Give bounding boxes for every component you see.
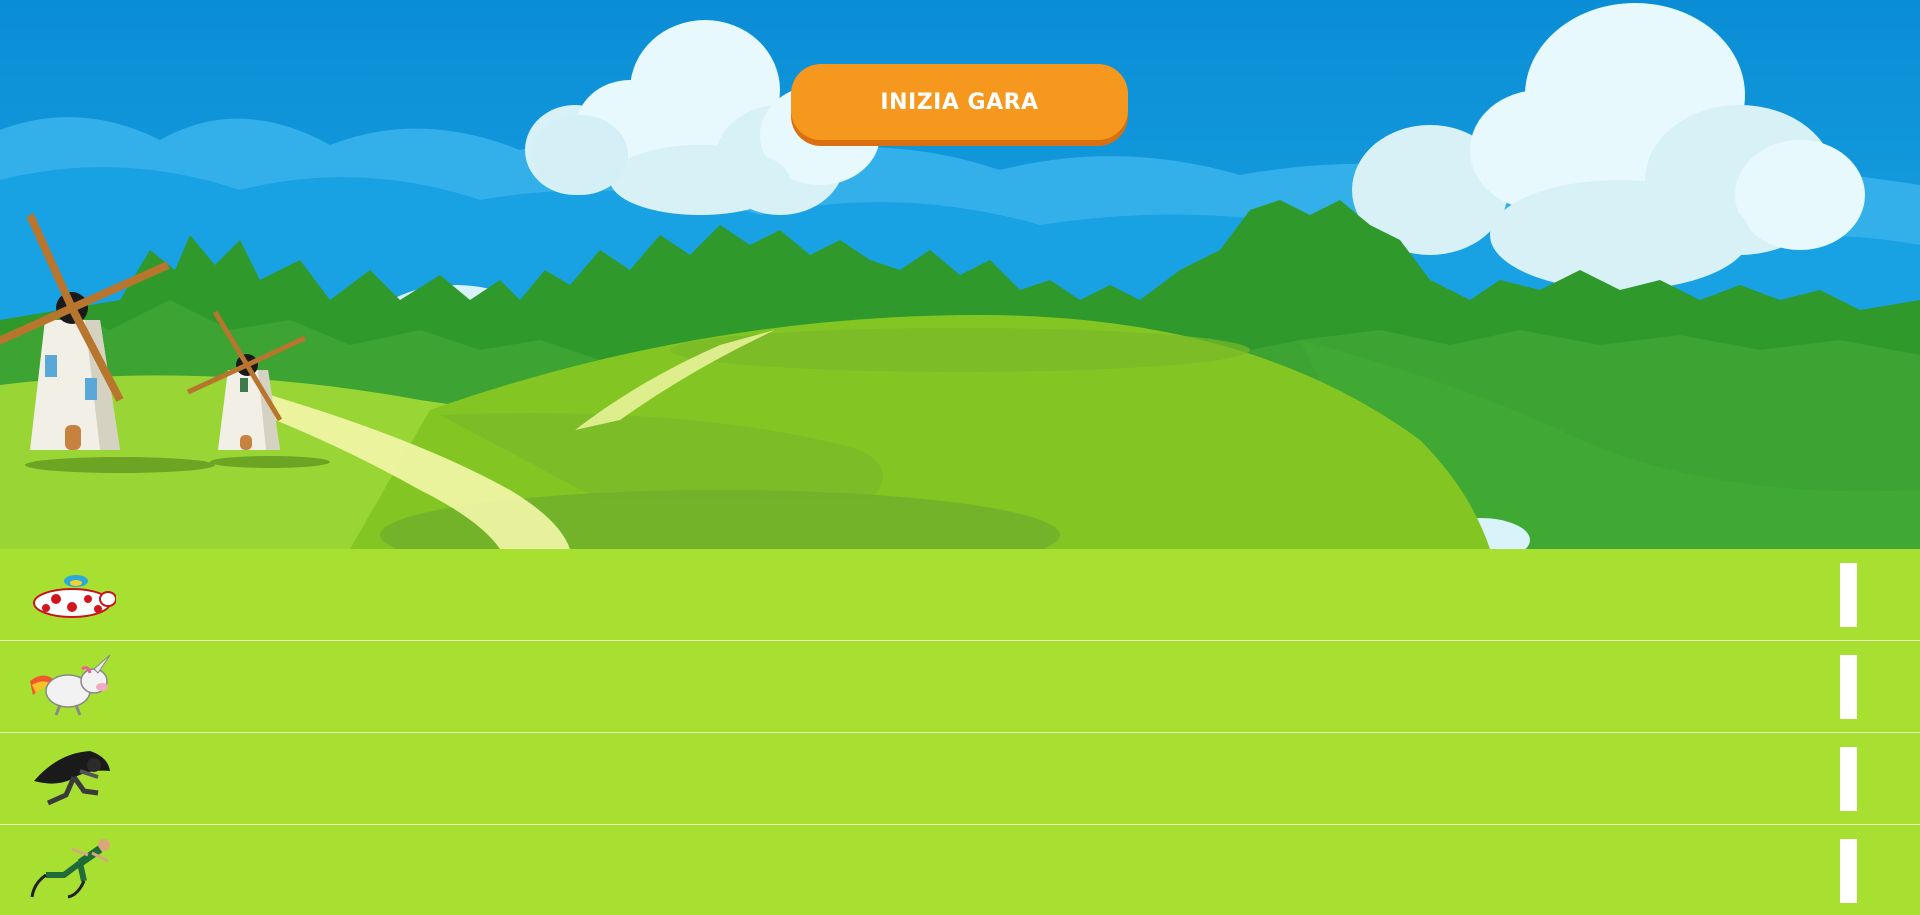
start-race-button[interactable]: INIZIA GARA <box>791 64 1128 140</box>
finish-line-mark <box>1840 747 1857 811</box>
finish-line-mark <box>1840 655 1857 719</box>
spotted-cow-icon <box>28 561 116 631</box>
dark-hero-runner-icon <box>28 743 116 813</box>
lane-2 <box>0 641 1920 732</box>
finish-line-mark <box>1840 839 1857 903</box>
finish-line-mark <box>1840 563 1857 627</box>
unicorn-icon <box>28 651 116 721</box>
lane-1 <box>0 549 1920 640</box>
blade-runner-icon <box>28 835 116 905</box>
lane-3 <box>0 733 1920 824</box>
lane-4 <box>0 825 1920 915</box>
race-track <box>0 549 1920 915</box>
